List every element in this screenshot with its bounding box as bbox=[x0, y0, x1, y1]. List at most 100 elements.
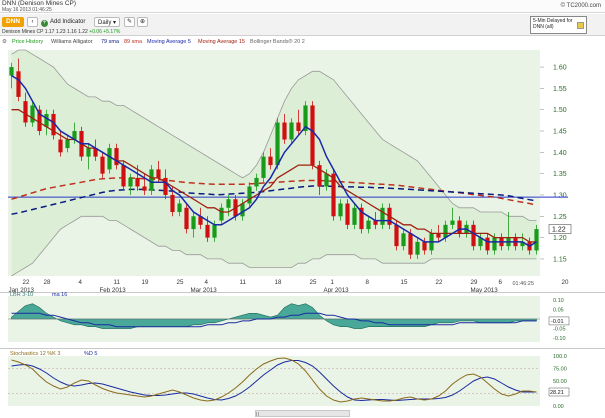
candle-down bbox=[121, 165, 126, 187]
candle-up bbox=[352, 207, 357, 225]
candle-up bbox=[415, 241, 420, 255]
lbr-tick-label: 0.10 bbox=[553, 298, 564, 304]
x-day-label: 20 bbox=[562, 279, 569, 286]
stoch-legend-label: Stochastics 12 %K 3 bbox=[10, 351, 60, 357]
price-tick-label: 1.45 bbox=[553, 129, 567, 136]
stoch-current-label: 28.21 bbox=[550, 390, 564, 396]
legend-price-history[interactable]: Price History bbox=[12, 37, 43, 48]
draw-tool-icon[interactable]: ✎ bbox=[124, 17, 135, 27]
candle-down bbox=[16, 71, 21, 97]
back-icon[interactable]: ‹ bbox=[27, 17, 38, 27]
candle-down bbox=[310, 105, 315, 166]
candle-up bbox=[149, 169, 154, 191]
legend-ma5[interactable]: Moving Average 5 bbox=[147, 37, 191, 48]
candle-up bbox=[247, 186, 252, 204]
x-day-label: 15 bbox=[401, 279, 408, 286]
candle-down bbox=[205, 224, 210, 238]
delayed-notice: 5-Min Delayed for DNN (all) bbox=[530, 16, 587, 34]
delayed-label: 5-Min Delayed for DNN (all) bbox=[533, 18, 573, 30]
lbr-tick-label: 0.05 bbox=[553, 307, 564, 313]
lbr-ma-legend-label: ma 16 bbox=[52, 292, 67, 298]
stoch-separator bbox=[0, 348, 605, 349]
stoch-d-legend-label: %D 5 bbox=[84, 351, 97, 357]
candle-up bbox=[261, 156, 266, 178]
stoch-tick-label: 75.00 bbox=[553, 367, 567, 373]
candle-up bbox=[226, 199, 231, 208]
x-day-label: 11 bbox=[240, 279, 247, 286]
candle-up bbox=[191, 216, 196, 230]
candle-up bbox=[254, 177, 259, 187]
price-tick-label: 1.25 bbox=[553, 214, 567, 221]
price-tick-label: 1.40 bbox=[553, 150, 567, 157]
candle-up bbox=[450, 220, 455, 225]
quote-change: +0.06 +5.17% bbox=[89, 29, 121, 35]
candle-up bbox=[30, 105, 35, 123]
ticker-badge[interactable]: DNN bbox=[2, 17, 24, 27]
x-day-label: 1 bbox=[331, 279, 335, 286]
candle-down bbox=[471, 224, 476, 247]
legend-ma15[interactable]: Moving Average 15 bbox=[198, 37, 245, 48]
legend-sma79[interactable]: 79 sma bbox=[101, 37, 119, 48]
x-day-label: 29 bbox=[471, 279, 478, 286]
candle-up bbox=[289, 122, 294, 140]
candle-up bbox=[44, 113, 49, 127]
timestamp: May 16 2013 01:46:25 bbox=[2, 7, 52, 13]
candle-up bbox=[492, 237, 497, 251]
lbr-tick-label: -0.10 bbox=[553, 336, 566, 342]
x-day-label: 25 bbox=[310, 279, 317, 286]
period-label: Daily bbox=[98, 20, 112, 26]
candle-up bbox=[9, 67, 14, 76]
lbr-current-label: -0.01 bbox=[551, 319, 564, 325]
candle-down bbox=[135, 177, 140, 187]
candle-up bbox=[107, 148, 112, 170]
x-day-label: 18 bbox=[275, 279, 282, 286]
stoch-tick-label: 100.0 bbox=[553, 354, 567, 360]
candle-down bbox=[156, 169, 161, 178]
legend-sma89[interactable]: 89 sma bbox=[124, 37, 142, 48]
title-bar: DNN (Denison Mines CP) May 16 2013 01:46… bbox=[0, 0, 605, 13]
x-day-label: 8 bbox=[366, 279, 370, 286]
add-indicator-button[interactable]: + Add Indicator bbox=[41, 17, 85, 27]
candle-down bbox=[394, 224, 399, 247]
chart-canvas: 1.60 1.55 1.50 1.45 1.40 1.35 1.30 1.25 1.20 1.15… bbox=[0, 49, 605, 410]
x-time-label: 01:46:25 bbox=[513, 281, 534, 287]
x-day-label: 19 bbox=[142, 279, 149, 286]
candle-up bbox=[177, 203, 182, 213]
candle-up bbox=[219, 207, 224, 221]
delayed-swatch[interactable] bbox=[577, 22, 584, 29]
candle-down bbox=[100, 156, 105, 174]
price-tick-label: 1.35 bbox=[553, 171, 567, 178]
stoch-tick-label: 50.00 bbox=[553, 379, 567, 385]
x-day-label: 11 bbox=[114, 279, 121, 286]
price-panel: 1.60 1.55 1.50 1.45 1.40 1.35 1.30 1.25 1.20 1.15… bbox=[8, 49, 572, 294]
x-day-label: 4 bbox=[205, 279, 209, 286]
candle-up bbox=[212, 224, 217, 238]
candle-down bbox=[457, 220, 462, 234]
symbol-title: DNN (Denison Mines CP) bbox=[2, 0, 77, 7]
stoch-tick-label: 0.00 bbox=[553, 404, 564, 410]
x-day-label: 22 bbox=[23, 279, 30, 286]
candle-up bbox=[240, 203, 245, 217]
chart-scrollbar[interactable] bbox=[255, 410, 350, 417]
x-day-label: 6 bbox=[499, 279, 503, 286]
candle-up bbox=[366, 220, 371, 230]
quote-line: Denison Mines CP 1.17 1.23 1.16 1.22 +0.… bbox=[2, 29, 120, 35]
candle-down bbox=[58, 139, 63, 153]
x-day-label: 22 bbox=[436, 279, 443, 286]
price-tick-label: 1.30 bbox=[553, 192, 567, 199]
zoom-icon[interactable]: ⊕ bbox=[137, 17, 148, 27]
candle-up bbox=[275, 122, 280, 166]
period-dropdown[interactable]: Daily ▾ bbox=[94, 17, 121, 27]
candle-down bbox=[170, 194, 175, 213]
x-day-label: 25 bbox=[177, 279, 184, 286]
legend-bollinger[interactable]: Bollinger Bands® 20 2 bbox=[250, 37, 305, 48]
add-indicator-label: Add Indicator bbox=[50, 19, 86, 25]
scrollbar-grip[interactable] bbox=[256, 412, 259, 416]
candle-up bbox=[443, 224, 448, 238]
legend-gear-icon[interactable]: ⚙ bbox=[2, 37, 7, 48]
legend-alligator[interactable]: Williams Alligator bbox=[51, 37, 93, 48]
price-tick-label: 1.15 bbox=[553, 256, 567, 263]
x-day-label: 28 bbox=[44, 279, 51, 286]
candle-up bbox=[401, 233, 406, 247]
candle-up bbox=[128, 177, 133, 187]
